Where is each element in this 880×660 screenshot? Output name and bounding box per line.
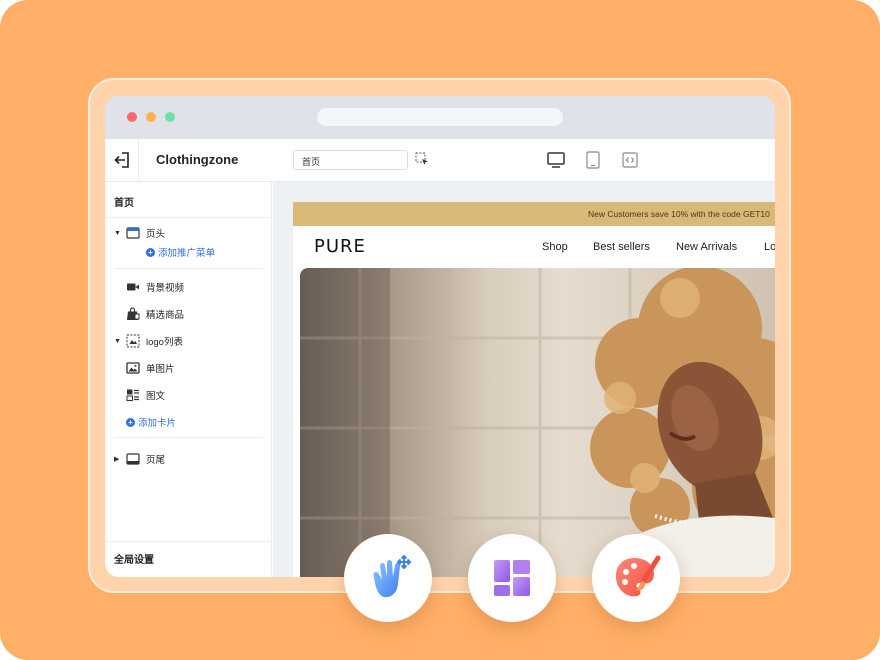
layout-feature-badge [468,534,556,622]
store-preview[interactable]: New Customers save 10% with the code GET… [293,202,775,577]
add-link-label: 添加卡片 [138,418,177,429]
divider [115,437,263,438]
plus-circle-icon: + [146,247,155,257]
exit-editor-button[interactable] [105,139,139,181]
sidebar-item-featured-products[interactable]: 精选商品 [105,305,272,323]
browser-window: Clothingzone 首页 首页 ▼ 页头 + 添加推广菜单 背景视频 精选… [105,96,775,577]
hero-image [300,268,775,577]
sidebar-item-label: 单图片 [146,364,175,375]
preview-canvas: New Customers save 10% with the code GET… [273,182,775,577]
sidebar-item-label: 页头 [146,229,166,240]
global-settings-label: 全局设置 [114,554,154,566]
global-settings-button[interactable]: 全局设置 [105,549,272,567]
add-link-label: 添加推广菜单 [158,248,216,259]
maximize-window-button[interactable] [165,112,175,122]
drag-feature-badge [344,534,432,622]
desktop-view-button[interactable] [545,148,567,172]
sidebar-item-label: logo列表 [146,337,183,348]
nav-link-more[interactable]: Lo [764,241,775,253]
caret-down-icon[interactable]: ▼ [114,230,121,237]
address-bar[interactable] [317,108,563,126]
shopping-bag-icon [127,307,140,320]
drag-hand-icon [373,554,412,598]
nav-link-new-arrivals[interactable]: New Arrivals [676,241,737,253]
editor-toolbar: Clothingzone 首页 [105,139,775,182]
video-camera-icon [127,283,139,291]
add-card-link[interactable]: + 添加卡片 [105,413,272,431]
minimize-window-button[interactable] [146,112,156,122]
divider [115,268,263,269]
store-logo: PURE [314,236,366,257]
sidebar-item-logo-list[interactable]: ▼ logo列表 [105,332,272,350]
sidebar-item-label: 精选商品 [146,310,185,321]
image-text-icon [126,389,139,401]
site-name: Clothingzone [156,152,239,167]
sidebar-item-background-video[interactable]: 背景视频 [105,278,272,296]
sidebar-item-header[interactable]: ▼ 页头 [105,224,272,242]
page-select[interactable]: 首页 [293,150,408,170]
announcement-bar: New Customers save 10% with the code GET… [293,202,775,226]
sidebar-item-image-text[interactable]: 图文 [105,386,272,404]
arrows-horizontal-icon [622,152,638,168]
header-layout-icon [126,227,140,239]
plus-circle-icon: + [126,417,135,427]
browser-titlebar [105,96,775,139]
close-window-button[interactable] [127,112,137,122]
element-select-tool[interactable] [415,152,429,171]
theme-feature-badge [592,534,680,622]
tablet-icon [586,151,600,169]
fit-width-button[interactable] [619,148,641,172]
palette-brush-icon [615,555,661,597]
exit-icon [113,152,129,168]
sidebar-item-footer[interactable]: ▶ 页尾 [105,450,272,468]
caret-down-icon[interactable]: ▼ [114,338,121,345]
sidebar-page-title: 首页 [114,198,134,209]
nav-link-shop[interactable]: Shop [542,241,568,253]
footer-layout-icon [126,453,140,465]
section-sidebar: 首页 ▼ 页头 + 添加推广菜单 背景视频 精选商品 ▼ logo列表 单图片 … [105,182,272,577]
logo-list-icon [126,334,140,348]
desktop-icon [547,152,565,168]
nav-link-best-sellers[interactable]: Best sellers [593,241,650,253]
sidebar-item-single-image[interactable]: 单图片 [105,359,272,377]
divider [105,217,272,218]
image-icon [126,362,140,374]
hero-photo-illustration [300,268,775,577]
tablet-view-button[interactable] [582,148,604,172]
divider [105,541,272,542]
sidebar-item-label: 图文 [146,391,166,402]
add-promo-menu-link[interactable]: + 添加推广菜单 [105,243,272,261]
layout-grid-icon [494,560,530,596]
caret-right-icon[interactable]: ▶ [114,455,119,463]
sidebar-item-label: 页尾 [146,455,166,466]
sidebar-item-label: 背景视频 [146,283,185,294]
select-cursor-icon [415,152,428,165]
